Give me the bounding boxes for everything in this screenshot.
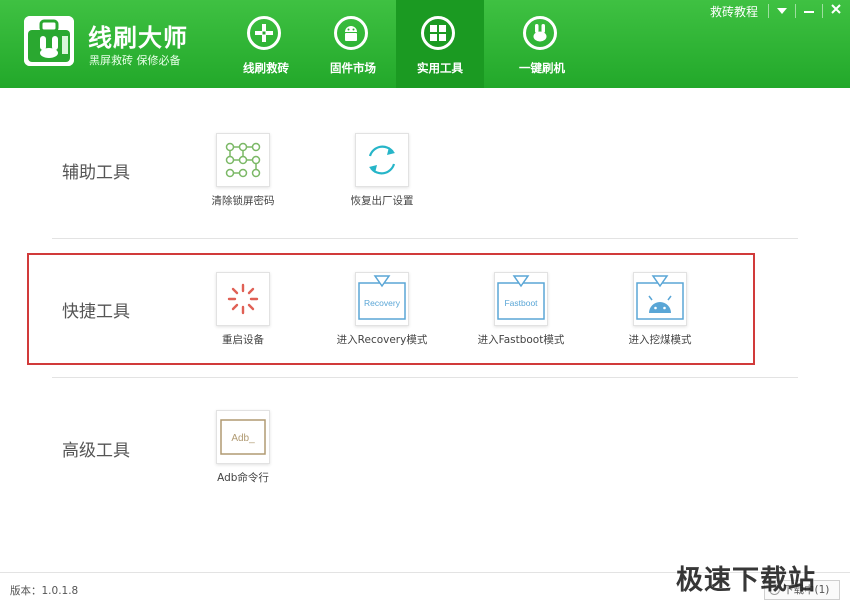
- tool-label: 进入Recovery模式: [336, 334, 428, 346]
- menu-dropdown-button[interactable]: [769, 0, 795, 22]
- pattern-lock-icon: [216, 133, 270, 187]
- adb-icon-text: Adb_: [231, 433, 255, 444]
- tool-label: 恢复出厂设置: [350, 195, 414, 207]
- section-divider: [52, 377, 798, 378]
- adb-terminal-icon: Adb_: [216, 410, 270, 464]
- tool-label: 重启设备: [222, 334, 264, 346]
- tab-label: 一键刷机: [519, 61, 565, 75]
- app-logo: [24, 16, 74, 66]
- fastboot-icon-text: Fastboot: [504, 298, 538, 308]
- tab-label: 固件市场: [330, 61, 376, 75]
- section-title-advanced: 高级工具: [62, 441, 130, 461]
- android-icon: [334, 16, 368, 50]
- fastboot-icon: Fastboot: [494, 272, 548, 326]
- app-title: 线刷大师: [88, 24, 188, 52]
- tool-label: Adb命令行: [217, 472, 269, 484]
- watermark: 极速下载站: [676, 565, 816, 596]
- chevron-down-icon: [777, 8, 787, 14]
- android-icon: [633, 272, 687, 326]
- refresh-icon: [355, 133, 409, 187]
- app-subtitle: 黑屏救砖 保修必备: [89, 54, 181, 67]
- title-bar: 线刷大师 黑屏救砖 保修必备 线刷救砖 固件市场 实用工具 一键刷机 救砖教程: [0, 0, 850, 88]
- minimize-icon: [804, 11, 814, 13]
- recovery-icon-text: Recovery: [364, 298, 401, 308]
- tab-label: 实用工具: [417, 61, 463, 75]
- tool-label: 清除锁屏密码: [211, 195, 275, 207]
- rabbit-icon: [523, 16, 557, 50]
- tab-flash-rescue[interactable]: 线刷救砖: [222, 0, 310, 88]
- minimize-button[interactable]: [796, 0, 822, 22]
- tab-firmware-market[interactable]: 固件市场: [309, 0, 397, 88]
- tab-one-click-flash[interactable]: 一键刷机: [498, 0, 586, 88]
- close-icon: [831, 4, 841, 14]
- tool-label: 进入Fastboot模式: [477, 334, 565, 346]
- tutorial-link[interactable]: 救砖教程: [703, 2, 765, 22]
- section-title-quick: 快捷工具: [62, 302, 130, 322]
- section-divider: [52, 238, 798, 239]
- close-button[interactable]: [823, 0, 849, 22]
- tab-utility-tools[interactable]: 实用工具: [396, 0, 484, 88]
- grid-icon: [421, 16, 455, 50]
- reboot-spinner-icon: [216, 272, 270, 326]
- section-title-auxiliary: 辅助工具: [62, 163, 130, 183]
- version-text: 版本：1.0.1.8: [10, 585, 79, 597]
- recovery-icon: Recovery: [355, 272, 409, 326]
- tool-label: 进入挖煤模式: [628, 334, 692, 346]
- tab-label: 线刷救砖: [243, 61, 289, 75]
- plus-cross-icon: [247, 16, 281, 50]
- rabbit-logo-icon: [24, 16, 74, 66]
